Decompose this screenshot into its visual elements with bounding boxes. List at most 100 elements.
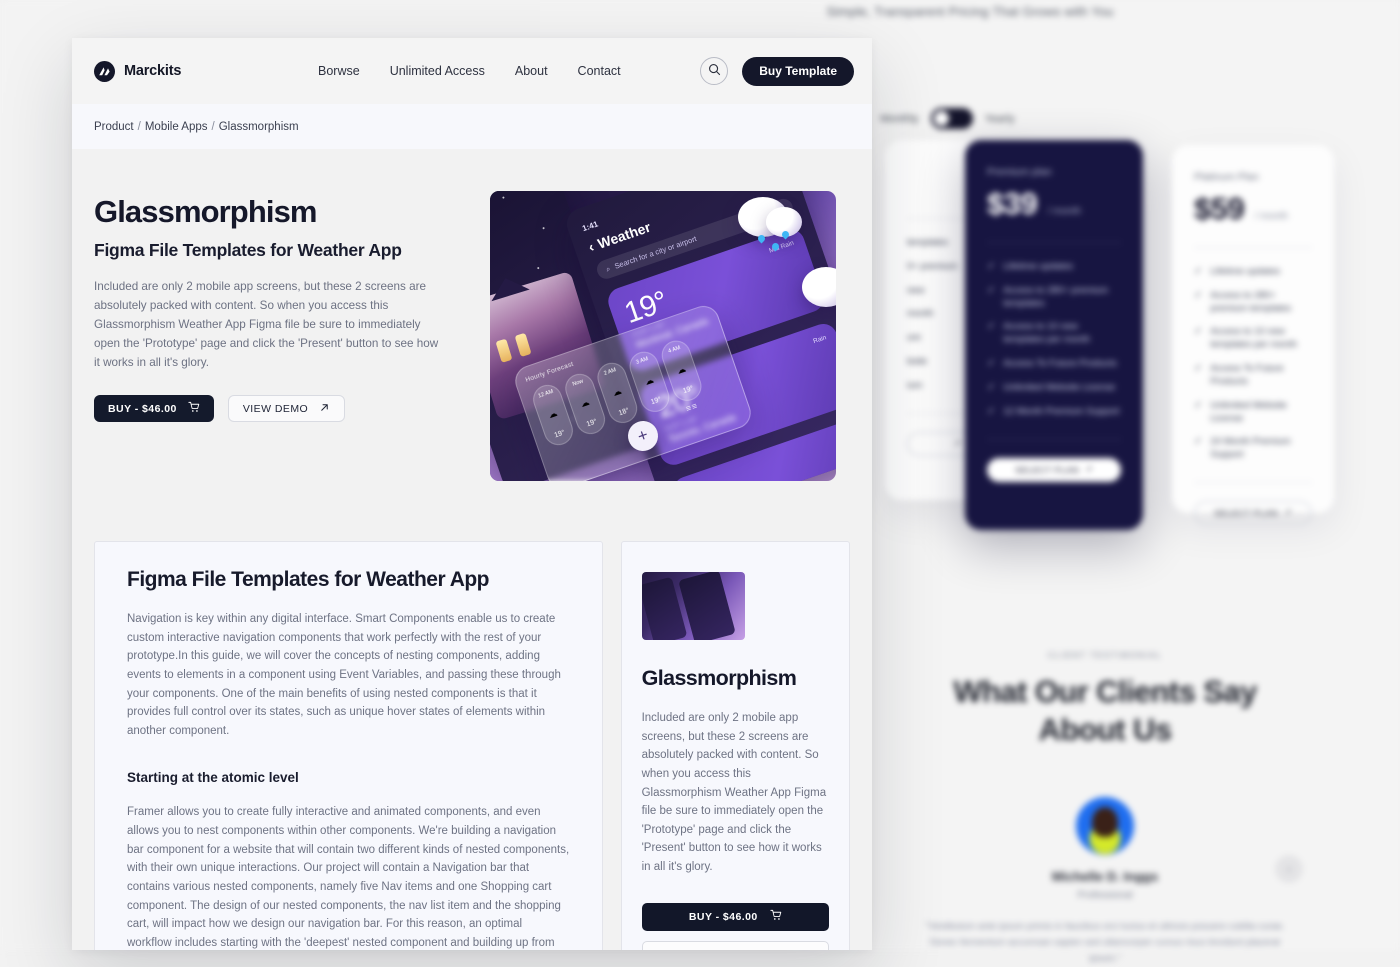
cloud-icon: ☁ <box>547 407 559 420</box>
plan-name: Platinum Plan <box>1194 171 1312 183</box>
cloud-icon: ☁ <box>579 396 591 409</box>
testimonial-quote: "Vestibulum ante ipsum primis in faucibu… <box>915 919 1295 967</box>
breadcrumb-item-glassmorphism: Glassmorphism <box>219 121 299 133</box>
plan-name: Premium plan <box>987 166 1121 178</box>
avatar <box>1076 797 1134 855</box>
back-chevron-icon: ‹ <box>586 238 596 255</box>
select-plan-button-premium[interactable]: SELECT PLAN ↗ <box>987 458 1121 482</box>
plan-price: $59 <box>1194 191 1244 226</box>
hero-subtitle: Figma File Templates for Weather App <box>94 240 466 261</box>
sidebar-view-demo-button[interactable]: VIEW DEMO <box>642 941 829 950</box>
nav-item-contact[interactable]: Contact <box>578 64 621 78</box>
check-icon: ✓ <box>987 358 995 371</box>
plan-feature: ✓Access to 10 new templates per month <box>987 321 1121 347</box>
article-paragraph: Navigation is key within any digital int… <box>127 610 570 740</box>
article-paragraph: Framer allows you to create fully intera… <box>127 803 570 950</box>
divider <box>987 242 1121 243</box>
check-icon: ✓ <box>1194 326 1202 339</box>
select-plan-button-platinum[interactable]: SELECT PLAN ↗ <box>1194 501 1312 525</box>
sidebar-title: Glassmorphism <box>642 666 829 691</box>
testimonial-author-role: Professional <box>915 890 1295 901</box>
cloud-icon: ☁ <box>675 363 687 376</box>
plan-feature: ✓12 Month Premium Support <box>987 406 1121 419</box>
plan-price: $39 <box>987 186 1037 221</box>
article-card: Figma File Templates for Weather App Nav… <box>94 541 603 950</box>
toggle-label-monthly: Monthly <box>880 113 919 125</box>
testimonial-section: CLIENT TESTIMONIAL What Our Clients Say … <box>915 650 1295 967</box>
nav-item-browse[interactable]: Borwse <box>318 64 360 78</box>
product-thumbnail[interactable] <box>642 572 745 640</box>
toggle-switch[interactable] <box>931 108 973 129</box>
hero-buy-button[interactable]: BUY - $46.00 <box>94 395 214 422</box>
breadcrumb-separator: / <box>138 121 141 133</box>
plan-price-row: $39 / month <box>987 186 1121 222</box>
toggle-label-yearly: Yearly <box>985 113 1015 125</box>
product-detail-modal: Marckits Borwse Unlimited Access About C… <box>72 38 872 950</box>
plan-feature: ✓Access To Future Products <box>1194 363 1312 389</box>
main-nav: Borwse Unlimited Access About Contact <box>318 38 621 104</box>
article-title: Figma File Templates for Weather App <box>127 568 570 592</box>
nav-item-unlimited-access[interactable]: Unlimited Access <box>390 64 485 78</box>
header-actions: Buy Template <box>700 38 854 104</box>
pricing-headline: Simple, Transparent Pricing That Grows w… <box>580 4 1360 19</box>
plan-feature: ✓Access To Future Products <box>987 358 1121 371</box>
site-header: Marckits Borwse Unlimited Access About C… <box>72 38 872 104</box>
pricing-card-premium[interactable]: Premium plan $39 / month ✓Lifetime updat… <box>965 140 1143 530</box>
breadcrumb: Product / Mobile Apps / Glassmorphism <box>72 104 872 149</box>
breadcrumb-item-product[interactable]: Product <box>94 121 134 133</box>
plan-feature: ✓Access to 10 new templates per month <box>1194 326 1312 352</box>
logo-text: Marckits <box>124 63 181 79</box>
nav-item-about[interactable]: About <box>515 64 548 78</box>
breadcrumb-separator: / <box>212 121 215 133</box>
hero-text-column: Glassmorphism Figma File Templates for W… <box>94 191 466 422</box>
check-icon: ✓ <box>1194 436 1202 449</box>
sidebar-buy-button[interactable]: BUY - $46.00 <box>642 903 829 931</box>
search-icon: ⌕ <box>604 263 611 274</box>
hero-buy-label: BUY - $46.00 <box>108 403 177 415</box>
check-icon: ✓ <box>987 261 995 274</box>
plan-period: / month <box>1255 211 1288 222</box>
content-row: Figma File Templates for Weather App Nav… <box>72 541 872 950</box>
check-icon: ✓ <box>1194 363 1202 376</box>
cloud-icon: ☁ <box>643 374 655 387</box>
product-preview-image[interactable]: 1:41 ‹ Weather ⌕ Search for a city or ai… <box>490 191 836 481</box>
buy-template-button[interactable]: Buy Template <box>742 57 854 86</box>
plan-feature: ✓Unlimited Website License <box>987 382 1121 395</box>
logo[interactable]: Marckits <box>94 61 181 82</box>
check-icon: ✓ <box>1194 290 1202 303</box>
hero-view-demo-button[interactable]: VIEW DEMO <box>228 395 345 422</box>
check-icon: ✓ <box>987 285 995 298</box>
cloud-icon: ☁ <box>611 385 623 398</box>
check-icon: ✓ <box>1194 266 1202 279</box>
testimonial-next-button[interactable]: › <box>1275 855 1303 883</box>
pricing-card-platinum[interactable]: Platinum Plan $59 / month ✓Lifetime upda… <box>1172 145 1334 513</box>
plan-feature: ✓24 Month Premium Support <box>1194 436 1312 462</box>
hero-demo-label: VIEW DEMO <box>243 403 308 415</box>
hero-actions: BUY - $46.00 VIEW DEMO <box>94 395 466 422</box>
plan-feature: ✓Access to 280+ premium templates <box>1194 290 1312 316</box>
arrow-up-right-icon <box>319 402 330 416</box>
chevron-right-icon: › <box>1287 862 1291 876</box>
testimonial-author-name: Michelle D. Inggs <box>915 869 1295 884</box>
sidebar-description: Included are only 2 mobile app screens, … <box>642 709 829 877</box>
search-icon <box>708 63 721 79</box>
arrow-up-right-icon: ↗ <box>1085 464 1093 475</box>
plan-period: / month <box>1048 206 1081 217</box>
marckits-logo-icon <box>94 61 115 82</box>
search-button[interactable] <box>700 57 728 85</box>
check-icon: ✓ <box>987 382 995 395</box>
testimonial-title: What Our Clients Say About Us <box>915 673 1295 749</box>
testimonial-eyebrow: CLIENT TESTIMONIAL <box>915 650 1295 660</box>
plan-feature: ✓Unlimited Website License <box>1194 400 1312 426</box>
plan-feature: ✓Access to 280+ premium templates <box>987 285 1121 311</box>
hero-description: Included are only 2 mobile app screens, … <box>94 278 439 373</box>
billing-period-toggle[interactable]: Monthly Yearly <box>880 108 1015 129</box>
product-sidebar-card: Glassmorphism Included are only 2 mobile… <box>621 541 850 950</box>
breadcrumb-item-mobile-apps[interactable]: Mobile Apps <box>145 121 208 133</box>
sidebar-buy-label: BUY - $46.00 <box>689 911 758 923</box>
check-icon: ✓ <box>987 321 995 334</box>
plan-feature: ✓Lifetime updates <box>1194 266 1312 279</box>
divider <box>1194 247 1312 248</box>
plan-feature: ✓Lifetime updates <box>987 261 1121 274</box>
plan-price-row: $59 / month <box>1194 191 1312 227</box>
